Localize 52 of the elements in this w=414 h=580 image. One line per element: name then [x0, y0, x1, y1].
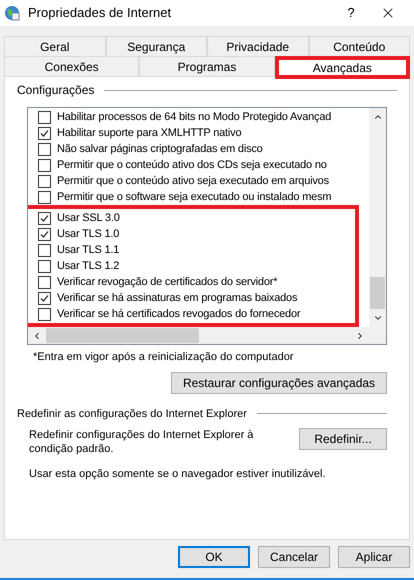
checkbox[interactable]	[38, 126, 51, 140]
reset-button[interactable]: Redefinir...	[299, 428, 387, 450]
option-label: Habilitar suporte para XMLHTTP nativo	[57, 126, 242, 141]
window-title: Propriedades de Internet	[28, 4, 172, 22]
horizontal-scrollbar[interactable]	[28, 327, 386, 344]
reset-description: Redefinir configurações do Internet Explorer à condição padrão.	[29, 428, 254, 456]
tab[interactable]: Segurança	[106, 36, 207, 56]
dialog-button[interactable]: Aplicar	[338, 546, 410, 568]
reset-warning: Usar esta opção somente se o navegador estiver inutilizável.	[29, 467, 327, 482]
checkbox[interactable]	[38, 212, 51, 224]
checkbox[interactable]	[38, 142, 51, 156]
checkbox[interactable]	[38, 260, 51, 272]
option-label: Permitir que o software seja executado ou instalado mesm	[57, 190, 332, 205]
option-label: Permitir que o conteúdo ativo dos CDs seja executado no	[57, 158, 327, 173]
option-label: Usar TLS 1.2	[57, 258, 120, 274]
checkbox[interactable]	[38, 308, 51, 320]
option-label: Não salvar páginas criptografadas em disco	[57, 142, 263, 157]
restart-note: *Entra em vigor após a reinicialização do computador	[33, 350, 294, 365]
checkmark-icon	[40, 294, 49, 302]
tab[interactable]: Privacidade	[207, 36, 308, 56]
checkbox[interactable]	[38, 174, 51, 188]
checkbox[interactable]	[38, 190, 51, 204]
option-label: Permitir que o conteúdo ativo seja executado em arquivos	[57, 174, 329, 189]
checkbox[interactable]	[38, 110, 51, 124]
tab[interactable]: Conteúdo	[308, 36, 410, 56]
globe-icon	[4, 5, 20, 21]
tab[interactable]: Programas	[139, 56, 275, 76]
scroll-thumb[interactable]	[46, 328, 199, 343]
checkmark-icon	[40, 128, 49, 138]
dialog-button[interactable]: OK	[178, 546, 250, 568]
help-button[interactable]: ?	[336, 3, 366, 23]
tab[interactable]: Geral	[4, 36, 106, 56]
tab[interactable]: Avançadas	[274, 56, 410, 79]
group-title: Configurações	[17, 82, 94, 99]
option-label: Habilitar processos de 64 bits no Modo Protegido Avançad	[57, 110, 332, 125]
checkbox[interactable]	[38, 292, 51, 304]
option-label: Verificar revogação de certificados do servidor*	[57, 274, 278, 290]
option-label: Usar TLS 1.1	[57, 242, 120, 258]
scroll-thumb[interactable]	[370, 277, 385, 309]
checkbox[interactable]	[38, 228, 51, 240]
restore-button[interactable]: Restaurar configurações avançadas	[171, 372, 387, 394]
option-label: Usar TLS 1.0	[57, 226, 120, 242]
option-label: Verificar se há assinaturas em programas baixados	[57, 290, 298, 306]
vertical-scrollbar[interactable]	[369, 108, 386, 327]
checkbox[interactable]	[38, 276, 51, 288]
group-title: Redefinir as configurações do Internet Explorer	[17, 406, 247, 422]
dialog-button[interactable]: Cancelar	[258, 546, 330, 568]
option-label: Verificar se há certificados revogados do fornecedor	[57, 306, 300, 322]
checkbox[interactable]	[38, 158, 51, 172]
option-label: Usar SSL 3.0	[57, 210, 120, 226]
tab[interactable]: Conexões	[4, 56, 140, 76]
checkbox[interactable]	[38, 244, 51, 256]
